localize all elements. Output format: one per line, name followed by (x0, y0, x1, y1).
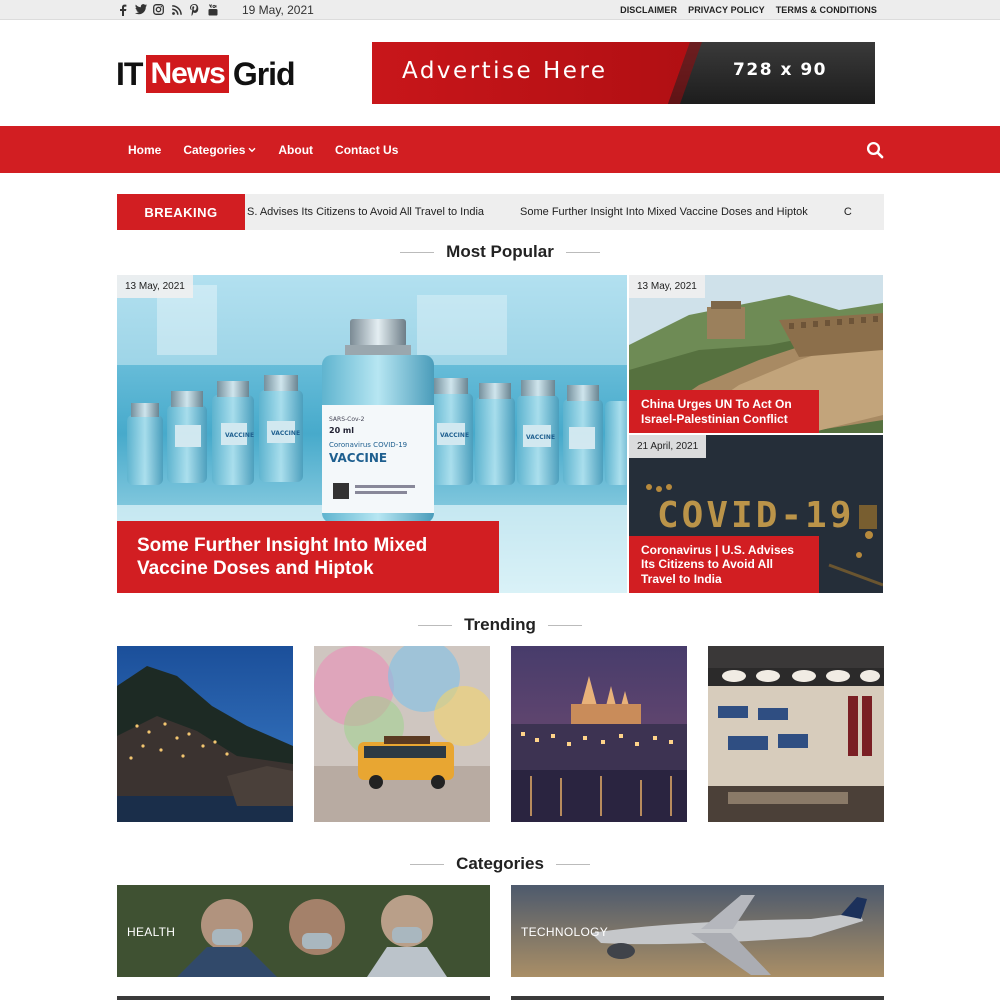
logo-part-grid: Grid (232, 55, 296, 92)
chevron-down-icon (248, 147, 256, 152)
article-card[interactable]: 13 May, 2021 China Urges UN To Act On Is… (629, 275, 883, 433)
logo-part-it: IT (116, 55, 143, 92)
disclaimer-link[interactable]: DISCLAIMER (620, 5, 677, 15)
nav-home-label: Home (128, 142, 162, 157)
most-popular-title: Most Popular (446, 242, 554, 261)
instagram-icon[interactable] (152, 3, 165, 16)
ticker-item[interactable]: C (844, 206, 852, 218)
social-links (116, 3, 219, 16)
main-navigation: Home Categories About Contact Us (0, 126, 1000, 173)
trending-title: Trending (464, 615, 536, 634)
covid-letters: COVID-19 (657, 495, 854, 536)
twitter-icon[interactable] (134, 3, 147, 16)
featured-article-card[interactable]: VACCINE VACCINE VACCINE VACCINE SARS-Cov… (117, 275, 627, 593)
advertisement-banner[interactable]: Advertise Here 728 x 90 (372, 42, 875, 104)
logo-part-news: News (146, 55, 229, 93)
vial-label: VACCINE (225, 432, 254, 439)
trending-item[interactable] (708, 646, 884, 822)
main-vial-label: Coronavirus COVID-19 (329, 441, 407, 449)
breaking-ticker: S. Advises Its Citizens to Avoid All Tra… (247, 194, 884, 230)
article-date: 21 April, 2021 (629, 435, 707, 458)
site-logo[interactable]: IT News Grid (116, 55, 296, 93)
category-label: HEALTH (127, 925, 176, 939)
top-bar: 19 May, 2021 DISCLAIMER PRIVACY POLICY T… (0, 0, 1000, 20)
cliff-village-image (117, 646, 293, 822)
rss-icon[interactable] (170, 3, 183, 16)
article-title[interactable]: Coronavirus | U.S. Advises Its Citizens … (629, 535, 819, 593)
divider (400, 251, 435, 253)
main-vial-label: 20 ml (329, 426, 354, 435)
trending-item[interactable] (511, 646, 687, 822)
categories-title: Categories (456, 854, 544, 873)
main-vial-label: VACCINE (329, 451, 387, 465)
search-icon[interactable] (866, 141, 884, 159)
nav-contact-label: Contact Us (335, 142, 399, 157)
article-card[interactable]: COVID-19 21 April, 2021 Coronavirus | U.… (629, 435, 883, 593)
next-row-edge (511, 996, 884, 1000)
trending-item[interactable] (314, 646, 490, 822)
category-label: TECHNOLOGY (521, 925, 609, 939)
ticker-item[interactable]: Some Further Insight Into Mixed Vaccine … (520, 206, 808, 218)
divider (418, 624, 453, 626)
prague-night-image (511, 646, 687, 822)
youtube-icon[interactable] (206, 3, 219, 16)
clothing-store-image (708, 646, 884, 822)
facebook-icon[interactable] (116, 3, 129, 16)
divider (565, 251, 600, 253)
pinterest-icon[interactable] (188, 3, 201, 16)
trending-item[interactable] (117, 646, 293, 822)
trending-heading: Trending (0, 615, 1000, 635)
vial-label: VACCINE (440, 432, 469, 439)
article-date: 13 May, 2021 (117, 275, 193, 298)
category-health[interactable]: HEALTH (117, 885, 490, 977)
nav-contact-us[interactable]: Contact Us (335, 143, 398, 157)
next-row-edge (117, 996, 490, 1000)
article-title[interactable]: Some Further Insight Into Mixed Vaccine … (117, 521, 499, 593)
nav-about-label: About (278, 142, 314, 157)
terms-conditions-link[interactable]: TERMS & CONDITIONS (776, 5, 877, 15)
nav-home[interactable]: Home (128, 143, 161, 157)
category-technology[interactable]: TECHNOLOGY (511, 885, 884, 977)
vial-label: VACCINE (526, 434, 555, 441)
privacy-policy-link[interactable]: PRIVACY POLICY (688, 5, 765, 15)
ad-text: Advertise Here (402, 58, 608, 84)
breaking-news-bar: BREAKING S. Advises Its Citizens to Avoi… (117, 194, 884, 230)
current-date: 19 May, 2021 (242, 3, 314, 17)
ad-size: 728 x 90 (733, 60, 827, 80)
article-date: 13 May, 2021 (629, 275, 705, 298)
divider (555, 863, 590, 865)
categories-heading: Categories (0, 854, 1000, 874)
toy-bus-image (314, 646, 490, 822)
ticker-item[interactable]: S. Advises Its Citizens to Avoid All Tra… (247, 206, 484, 218)
nav-about[interactable]: About (278, 143, 313, 157)
breaking-label: BREAKING (117, 194, 245, 230)
nav-categories-label: Categories (183, 142, 246, 157)
vial-label: VACCINE (271, 430, 300, 437)
legal-links: DISCLAIMER PRIVACY POLICY TERMS & CONDIT… (620, 5, 877, 15)
nav-categories[interactable]: Categories (183, 143, 256, 157)
article-title[interactable]: China Urges UN To Act On Israel-Palestin… (629, 390, 819, 433)
most-popular-heading: Most Popular (0, 242, 1000, 262)
divider (410, 863, 445, 865)
divider (547, 624, 582, 626)
main-vial-label: SARS-Cov-2 (329, 416, 365, 423)
